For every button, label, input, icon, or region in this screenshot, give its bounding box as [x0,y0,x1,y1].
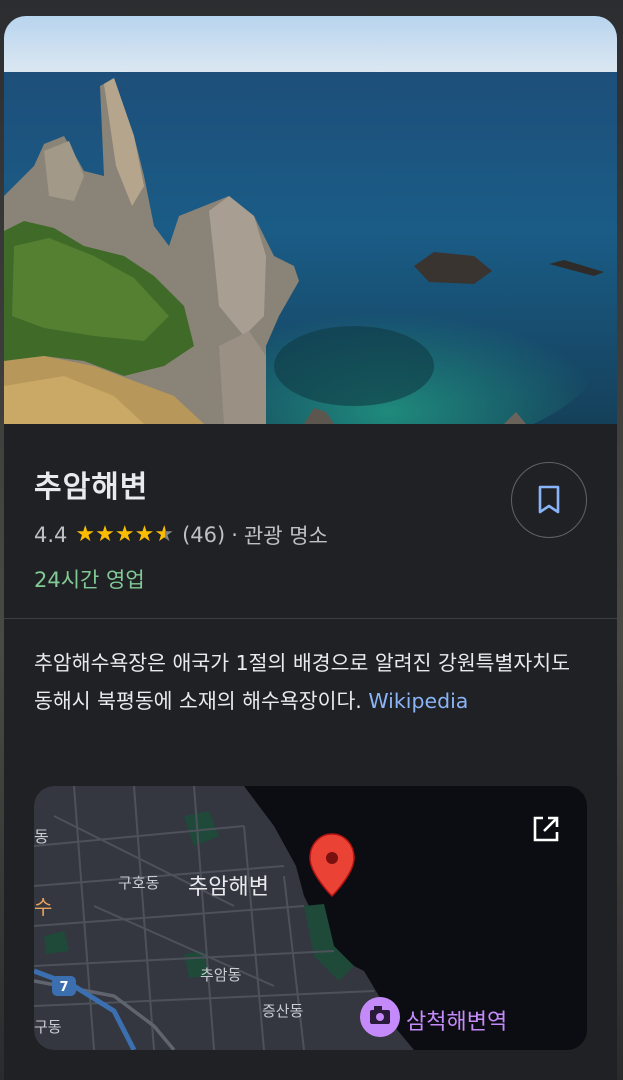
star-icon: ★ [95,522,115,547]
rating-stars: ★ ★ ★ ★ ★ [75,524,174,546]
map-label-gudong: 구동 [34,1018,62,1036]
star-icon: ★ [114,522,135,547]
star-icon: ★ [75,522,96,547]
section-divider [4,618,617,619]
place-title: 추암해변 [34,470,149,505]
place-photo[interactable] [4,16,617,424]
rating-value: 4.4 [34,523,68,547]
map-label-left: 수 [34,895,52,919]
route-number: 7 [59,980,68,995]
separator-dot: · [231,523,238,547]
map-label-station: 삼척해변역 [406,1010,507,1035]
open-external-button[interactable] [529,812,563,846]
map-label-place: 추암해변 [188,875,269,900]
camera-plus-icon [360,997,400,1037]
bookmark-icon [538,485,560,514]
open-hours-status: 24시간 영업 [34,568,145,592]
description-text: 추암해수욕장은 애국가 1절의 배경으로 알려진 강원특별자치도 동해시 북평동… [34,651,570,713]
map-illustration: 7 동 구호동 추암해변 수 추암동 증산동 구동 삼척해변역 [34,786,587,1050]
star-half-icon: ★ [154,522,175,547]
map-label-dong: 동 [34,827,49,846]
rating-row[interactable]: 4.4 ★ ★ ★ ★ ★ (46) · 관광 명소 [34,520,328,550]
star-icon: ★ [134,522,155,547]
save-button[interactable] [511,462,587,538]
map-label-chuam: 추암동 [200,966,242,984]
place-description: 추암해수욕장은 애국가 1절의 배경으로 알려진 강원특별자치도 동해시 북평동… [34,644,594,720]
coast-photo-illustration [4,16,617,424]
wikipedia-link[interactable]: Wikipedia [368,689,468,713]
review-count[interactable]: (46) [182,523,225,547]
place-category: 관광 명소 [243,524,328,548]
open-in-new-icon [533,816,559,842]
map-label-jeungsan: 증산동 [262,1002,304,1020]
map-preview[interactable]: 7 동 구호동 추암해변 수 추암동 증산동 구동 삼척해변역 [34,786,587,1050]
map-label-guho: 구호동 [118,874,160,892]
